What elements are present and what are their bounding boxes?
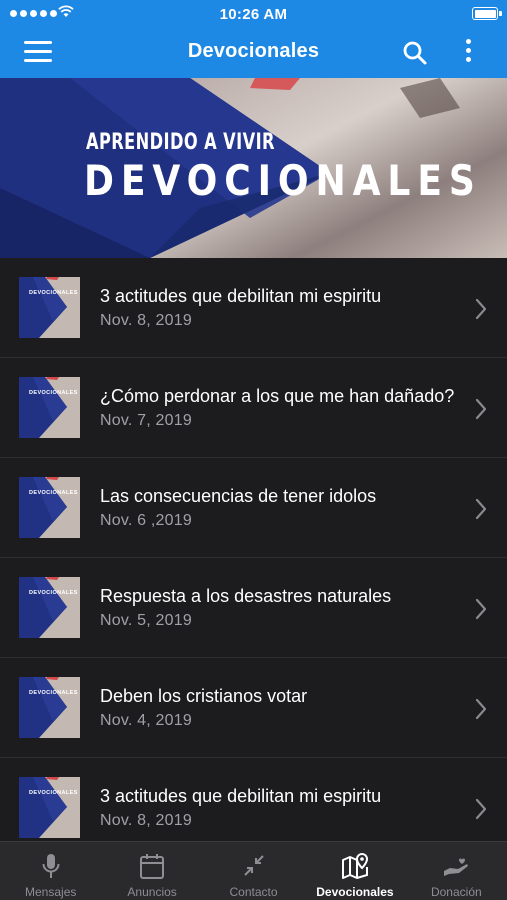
item-date: Nov. 7, 2019 bbox=[100, 412, 192, 429]
thumbnail-label: DEVOCIONALES bbox=[29, 390, 78, 396]
tab-mensajes[interactable]: Mensajes bbox=[0, 842, 101, 900]
item-date: Nov. 4, 2019 bbox=[100, 712, 192, 729]
calendar-icon bbox=[140, 854, 165, 879]
microphone-icon bbox=[42, 854, 60, 878]
tab-label: Mensajes bbox=[25, 885, 77, 899]
hand-heart-icon bbox=[444, 858, 469, 876]
list-item[interactable]: DEVOCIONALES Deben los cristianos votar … bbox=[0, 658, 507, 758]
chevron-right-icon bbox=[475, 798, 487, 820]
item-title: Las consecuencias de tener idolos bbox=[100, 486, 377, 506]
devotional-thumbnail: DEVOCIONALES bbox=[19, 577, 80, 638]
item-date: Nov. 8, 2019 bbox=[100, 812, 192, 829]
list-item[interactable]: DEVOCIONALES 3 actitudes que debilitan m… bbox=[0, 258, 507, 358]
item-title: Respuesta a los desastres naturales bbox=[100, 586, 392, 606]
tab-label: Contacto bbox=[229, 885, 278, 899]
page-title: Devocionales bbox=[187, 40, 320, 62]
banner-image: APRENDIDO A VIVIR DEVOCIONALES bbox=[0, 78, 507, 258]
item-title: ¿Cómo perdonar a los que me han dañado? bbox=[100, 386, 455, 406]
thumbnail-label: DEVOCIONALES bbox=[29, 690, 78, 696]
battery-icon bbox=[472, 7, 502, 20]
tab-label: Anuncios bbox=[127, 885, 177, 899]
item-date: Nov. 8, 2019 bbox=[100, 312, 192, 329]
tab-anuncios[interactable]: Anuncios bbox=[101, 842, 202, 900]
devotional-thumbnail: DEVOCIONALES bbox=[19, 377, 80, 438]
thumbnail-label: DEVOCIONALES bbox=[29, 590, 78, 596]
chevron-right-icon bbox=[475, 298, 487, 320]
app-header: Devocionales bbox=[0, 28, 507, 78]
item-title: 3 actitudes que debilitan mi espiritu bbox=[100, 786, 382, 806]
tab-label: Donación bbox=[430, 885, 482, 899]
tab-contacto[interactable]: Contacto bbox=[203, 842, 304, 900]
devotional-thumbnail: DEVOCIONALES bbox=[19, 677, 80, 738]
devotional-thumbnail: DEVOCIONALES bbox=[19, 277, 80, 338]
list-item[interactable]: DEVOCIONALES ¿Cómo perdonar a los que me… bbox=[0, 358, 507, 458]
chevron-right-icon bbox=[475, 398, 487, 420]
tab-donacion[interactable]: Donación bbox=[406, 842, 507, 900]
banner-subtitle: APRENDIDO A VIVIR bbox=[86, 130, 275, 155]
devotional-list: DEVOCIONALES 3 actitudes que debilitan m… bbox=[0, 258, 507, 841]
list-item[interactable]: DEVOCIONALES Las consecuencias de tener … bbox=[0, 458, 507, 558]
tab-bar: Mensajes Anuncios Contacto Devocionales bbox=[0, 841, 507, 900]
search-icon[interactable] bbox=[402, 40, 428, 66]
tab-label: Devocionales bbox=[316, 885, 394, 899]
tab-devocionales[interactable]: Devocionales bbox=[304, 842, 405, 900]
status-bar: 10:26 AM bbox=[0, 0, 507, 28]
status-time: 10:26 AM bbox=[219, 6, 288, 23]
item-title: 3 actitudes que debilitan mi espiritu bbox=[100, 286, 382, 306]
more-options-icon[interactable] bbox=[461, 39, 475, 69]
map-pin-icon bbox=[341, 852, 368, 879]
thumbnail-label: DEVOCIONALES bbox=[29, 490, 78, 496]
thumbnail-label: DEVOCIONALES bbox=[29, 790, 78, 796]
devotional-thumbnail: DEVOCIONALES bbox=[19, 777, 80, 838]
list-item[interactable]: DEVOCIONALES Respuesta a los desastres n… bbox=[0, 558, 507, 658]
arrows-in-icon bbox=[243, 855, 264, 876]
chevron-right-icon bbox=[475, 698, 487, 720]
thumbnail-label: DEVOCIONALES bbox=[29, 290, 78, 296]
item-date: Nov. 6 ,2019 bbox=[100, 512, 192, 529]
item-date: Nov. 5, 2019 bbox=[100, 612, 192, 629]
list-item[interactable]: DEVOCIONALES 3 actitudes que debilitan m… bbox=[0, 758, 507, 841]
devotional-thumbnail: DEVOCIONALES bbox=[19, 477, 80, 538]
banner-title: DEVOCIONALES bbox=[84, 156, 482, 205]
item-title: Deben los cristianos votar bbox=[100, 686, 308, 706]
chevron-right-icon bbox=[475, 498, 487, 520]
chevron-right-icon bbox=[475, 598, 487, 620]
